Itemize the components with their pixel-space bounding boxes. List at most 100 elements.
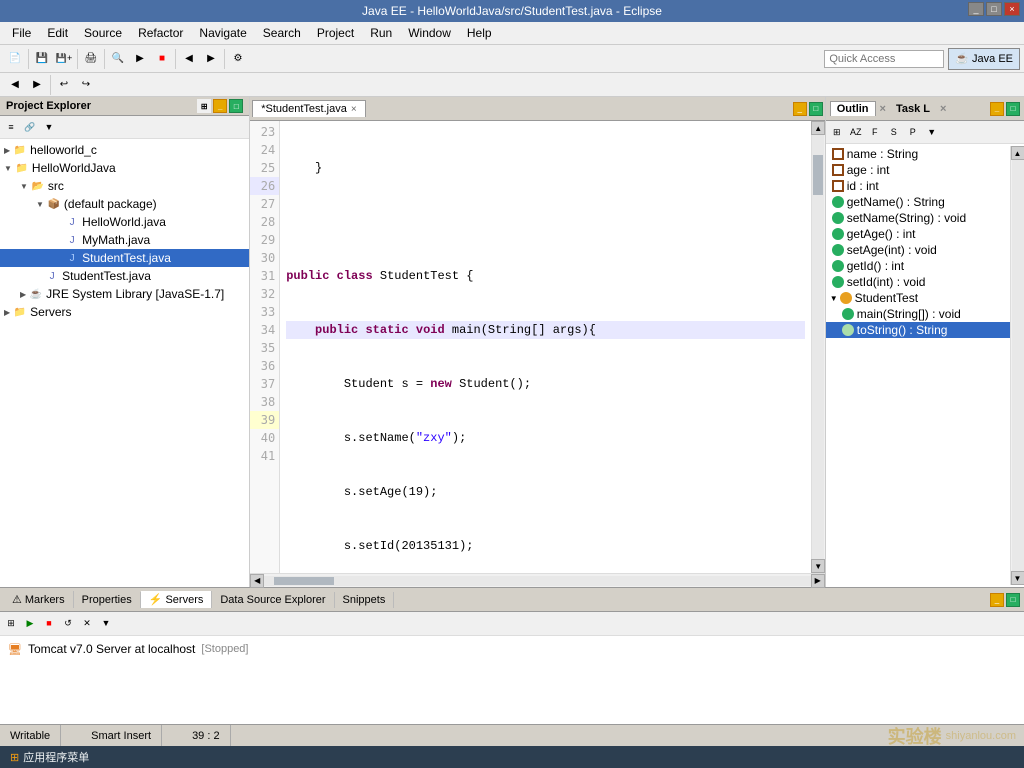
tree-item-servers[interactable]: ▶ 📁 Servers [0,303,249,321]
code-hscrollbar[interactable]: ◀ ▶ [250,573,825,587]
editor-controls[interactable]: _ □ [793,102,823,116]
outline-method-setid[interactable]: setId(int) : void [826,274,1010,290]
outline-method-getname[interactable]: getName() : String [826,194,1010,210]
debug-btn[interactable]: 🔍 [107,48,129,70]
server-new-btn[interactable]: ⊞ [2,614,20,632]
outline-static-btn[interactable]: S [885,123,903,141]
hscroll-thumb[interactable] [274,577,334,585]
next-edit-btn[interactable]: ▶ [26,74,48,96]
tree-item-default-pkg[interactable]: ▼ 📦 (default package) [0,195,249,213]
forward-btn[interactable]: ▶ [200,48,222,70]
outline-scroll-down[interactable]: ▼ [1011,571,1024,585]
print-btn[interactable]: 🖨 [80,48,102,70]
server-stop-btn[interactable]: ■ [40,614,58,632]
menu-refactor[interactable]: Refactor [130,24,191,42]
tree-item-studenttest-selected[interactable]: ▶ J StudentTest.java [0,249,249,267]
prev-edit-btn[interactable]: ◀ [4,74,26,96]
outline-scroll-up[interactable]: ▲ [1011,146,1024,160]
save-all-btn[interactable]: 💾+ [53,48,75,70]
settings-btn[interactable]: ⚙ [227,48,249,70]
outline-scrollbar[interactable]: ▲ ▼ [1010,146,1024,585]
outline-maximize-btn[interactable]: □ [1006,102,1020,116]
tab-task-list[interactable]: Task L [890,102,936,116]
new-btn[interactable]: 📄 [4,48,26,70]
outline-field-id[interactable]: id : int [826,178,1010,194]
server-start-btn[interactable]: ▶ [21,614,39,632]
code-text-area[interactable]: } public class StudentTest { public stat… [280,121,811,573]
restore-btn[interactable]: □ [986,2,1002,16]
outline-method-getid[interactable]: getId() : int [826,258,1010,274]
scroll-thumb[interactable] [813,155,823,195]
project-explorer-controls[interactable]: ⊞ _ □ [197,99,243,113]
menu-source[interactable]: Source [76,24,130,42]
outline-fields-btn[interactable]: F [866,123,884,141]
menu-window[interactable]: Window [400,24,459,42]
stop-btn[interactable]: ■ [151,48,173,70]
pe-menu-btn[interactable]: ▼ [40,118,58,136]
save-btn[interactable]: 💾 [31,48,53,70]
back-btn[interactable]: ◀ [178,48,200,70]
server-tomcat[interactable]: 🖥 Tomcat v7.0 Server at localhost [Stopp… [4,640,1020,658]
outline-controls[interactable]: _ □ [990,102,1020,116]
tab-snippets[interactable]: Snippets [335,592,395,608]
window-controls[interactable]: _ □ × [968,2,1020,16]
tab-close-btn[interactable]: × [351,104,357,115]
scroll-up-btn[interactable]: ▲ [811,121,825,135]
outline-method-setname[interactable]: setName(String) : void [826,210,1010,226]
menu-edit[interactable]: Edit [39,24,76,42]
tree-item-helloworld-java[interactable]: ▼ 📁 HelloWorldJava [0,159,249,177]
outline-method-setage[interactable]: setAge(int) : void [826,242,1010,258]
outline-field-age[interactable]: age : int [826,162,1010,178]
editor-tab-studenttest[interactable]: *StudentTest.java × [252,100,365,117]
pe-link-btn[interactable]: 🔗 [21,118,39,136]
tree-item-mymath[interactable]: ▶ J MyMath.java [0,231,249,249]
outline-scroll-track[interactable] [1012,160,1024,571]
pe-toolbar-btn[interactable]: ⊞ [197,99,211,113]
run-btn[interactable]: ▶ [129,48,151,70]
server-restart-btn[interactable]: ↺ [59,614,77,632]
outline-method-main[interactable]: main(String[]) : void [826,306,1010,322]
app-menu-bar[interactable]: ⊞ 应用程序菜单 [0,746,1024,768]
tree-item-jre[interactable]: ▶ ☕ JRE System Library [JavaSE-1.7] [0,285,249,303]
outline-method-tostring[interactable]: toString() : String [826,322,1010,338]
bottom-maximize-btn[interactable]: □ [1006,593,1020,607]
tab-servers[interactable]: ⚡ Servers [141,591,213,608]
tab-outline[interactable]: Outlin [830,101,876,116]
bottom-minimize-btn[interactable]: _ [990,593,1004,607]
scroll-left-btn[interactable]: ◀ [250,574,264,588]
undo-btn[interactable]: ↩ [53,74,75,96]
server-menu-btn[interactable]: ▼ [97,614,115,632]
outline-sort-btn[interactable]: AZ [847,123,865,141]
quick-access-input[interactable] [824,50,944,68]
tree-item-src[interactable]: ▼ 📂 src [0,177,249,195]
pe-maximize-btn[interactable]: □ [229,99,243,113]
tree-item-helloworld_c[interactable]: ▶ 📁 helloworld_c [0,141,249,159]
close-btn[interactable]: × [1004,2,1020,16]
bottom-panel-controls[interactable]: _ □ [990,593,1020,607]
menu-navigate[interactable]: Navigate [191,24,254,42]
pe-collapse-btn[interactable]: ≡ [2,118,20,136]
outline-menu-btn[interactable]: ▼ [923,123,941,141]
outline-method-getage[interactable]: getAge() : int [826,226,1010,242]
outline-minimize-btn[interactable]: _ [990,102,1004,116]
redo-btn[interactable]: ↪ [75,74,97,96]
tab-markers[interactable]: ⚠ Markers [4,591,74,608]
menu-file[interactable]: File [4,24,39,42]
menu-search[interactable]: Search [255,24,309,42]
scroll-track[interactable] [812,135,824,559]
scroll-right-btn[interactable]: ▶ [811,574,825,588]
outline-pub-btn[interactable]: P [904,123,922,141]
hscroll-track[interactable] [264,576,811,586]
code-scrollbar[interactable]: ▲ ▼ [811,121,825,573]
perspective-java-ee[interactable]: ☕ Java EE [948,48,1020,70]
tree-item-helloworld-java-file[interactable]: ▶ J HelloWorld.java [0,213,249,231]
tree-item-studenttest-root[interactable]: ▶ J StudentTest.java [0,267,249,285]
editor-maximize-btn[interactable]: □ [809,102,823,116]
pe-minimize-btn[interactable]: _ [213,99,227,113]
scroll-down-btn[interactable]: ▼ [811,559,825,573]
server-delete-btn[interactable]: ✕ [78,614,96,632]
outline-class-studenttest[interactable]: ▼ StudentTest [826,290,1010,306]
tab-properties[interactable]: Properties [74,592,141,608]
menu-help[interactable]: Help [459,24,500,42]
outline-collapse-btn[interactable]: ⊞ [828,123,846,141]
